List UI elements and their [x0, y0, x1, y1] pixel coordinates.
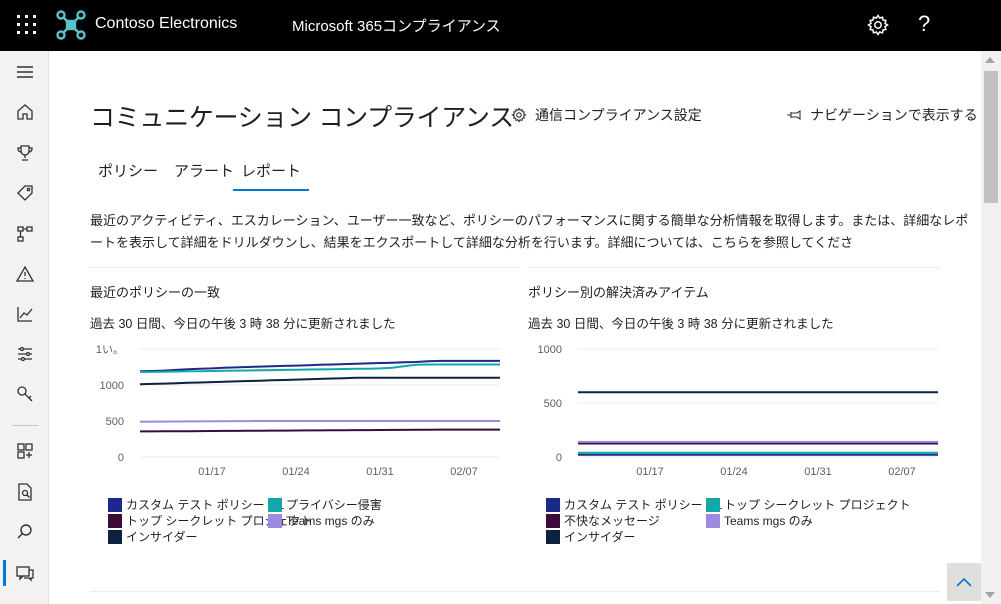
scrollbar-thumb[interactable] [984, 71, 998, 203]
legend-label: インサイダー [564, 530, 636, 544]
sliders-icon[interactable] [0, 337, 49, 371]
x-tick-label: 02/07 [450, 466, 478, 478]
y-tick-label: 500 [106, 416, 124, 428]
legend-swatch [546, 529, 560, 544]
legend-label: Teams mgs のみ [286, 514, 375, 528]
y-tick-label: 500 [544, 398, 562, 410]
resolved-items-chart: 1000 500 0 01/17 01/24 01/31 02/07 [538, 344, 938, 478]
legend-swatch [546, 497, 560, 512]
series-line[interactable] [139, 420, 500, 423]
y-tick-label: 0 [556, 452, 562, 464]
x-tick-label: 01/31 [804, 466, 832, 478]
chevron-up-icon [956, 577, 972, 587]
legend-label: 不快なメッセージ [564, 514, 660, 528]
series-line[interactable] [140, 428, 500, 433]
legend-item[interactable]: Teams mgs のみ [706, 512, 813, 529]
legend-item[interactable]: カスタム テスト ポリシー OL [108, 496, 284, 513]
scroll-up-arrow-icon[interactable] [985, 57, 995, 63]
trophy-icon[interactable] [0, 136, 49, 170]
legend-label: カスタム テスト ポリシー OL [126, 498, 285, 512]
section-divider [90, 591, 940, 592]
tag-icon[interactable] [0, 176, 49, 210]
grid-add-icon[interactable] [0, 434, 49, 468]
recent-matches-title: 最近のポリシーの一致 [90, 285, 221, 300]
document-search-icon[interactable] [0, 475, 49, 509]
legend-item[interactable]: 不快なメッセージ [546, 512, 660, 529]
tab-policies[interactable]: ポリシー [90, 158, 166, 189]
x-tick-label: 01/17 [636, 466, 664, 478]
x-tick-label: 01/17 [198, 466, 226, 478]
communication-compliance-icon[interactable] [0, 556, 49, 590]
legend-item[interactable]: インサイダー [546, 528, 636, 545]
recent-matches-chart: 1い。 1000 500 0 01/17 01/24 01/31 02/07 [96, 344, 500, 478]
org-name[interactable]: Contoso Electronics [95, 15, 237, 33]
legend-label: トップ シークレット プロジェクト [724, 498, 911, 512]
x-tick-label: 01/24 [720, 466, 748, 478]
main-content: コミュニケーション コンプライアンス 通信コンプライアンス設定 ナビゲーションで… [50, 51, 981, 604]
warning-icon[interactable] [0, 257, 49, 291]
legend-swatch [706, 513, 720, 528]
app-name[interactable]: Microsoft 365コンプライアンス [292, 15, 501, 36]
search-icon[interactable] [0, 515, 49, 549]
legend-item[interactable]: トップ シークレット プロジェクト [706, 496, 911, 513]
hamburger-menu-icon[interactable] [0, 55, 49, 89]
x-tick-label: 02/07 [888, 466, 916, 478]
legend-swatch [268, 513, 282, 528]
series-line[interactable] [139, 376, 500, 386]
legend-swatch [108, 529, 122, 544]
back-to-top-button[interactable] [947, 563, 981, 601]
rail-divider [12, 425, 38, 426]
legend-swatch [706, 497, 720, 512]
legend-item[interactable]: プライバシー侵害 [268, 496, 382, 513]
recent-matches-subtitle: 過去 30 日間、今日の午後 3 時 38 分に更新されました [90, 317, 396, 331]
legend-swatch [108, 513, 122, 528]
home-icon[interactable] [0, 95, 49, 129]
scroll-down-arrow-icon[interactable] [985, 592, 995, 598]
y-tick-label: 1000 [538, 344, 562, 356]
legend-label: インサイダー [126, 530, 198, 544]
pin-icon [787, 109, 801, 121]
legend-item[interactable]: インサイダー [108, 528, 198, 545]
tab-reports[interactable]: レポート [233, 158, 310, 191]
legend-label: Teams mgs のみ [724, 514, 813, 528]
card-divider-right [528, 267, 940, 268]
y-tick-label: 1い。 [96, 344, 124, 356]
page-title: コミュニケーション コンプライアンス [90, 104, 514, 132]
y-tick-label: 1000 [100, 380, 124, 392]
legend-item[interactable]: カスタム テスト ポリシー OL [546, 496, 722, 513]
flow-icon[interactable] [0, 217, 49, 251]
page-description: 最近のアクティビティ、エスカレーション、ユーザー一致など、ポリシーのパフォーマン… [90, 213, 969, 250]
legend-label: プライバシー侵害 [286, 498, 382, 512]
settings-gear-icon[interactable] [866, 13, 890, 37]
resolved-items-title: ポリシー別の解決済みアイテム [528, 285, 709, 300]
legend-label: カスタム テスト ポリシー OL [564, 498, 723, 512]
x-tick-label: 01/24 [282, 466, 310, 478]
left-navigation-rail [0, 51, 49, 604]
legend-swatch [546, 513, 560, 528]
resolved-items-subtitle: 過去 30 日間、今日の午後 3 時 38 分に更新されました [528, 317, 834, 331]
legend-swatch [268, 497, 282, 512]
recent-matches-legend: カスタム テスト ポリシー OL プライバシー侵害 トップ シークレット プロジ… [108, 496, 508, 546]
vertical-scrollbar[interactable] [981, 51, 1001, 604]
nav-link-label: ナビゲーションで表示する [810, 107, 978, 123]
resolved-items-legend: カスタム テスト ポリシー OL トップ シークレット プロジェクト 不快なメッ… [546, 496, 946, 546]
key-icon[interactable] [0, 377, 49, 411]
show-in-navigation-link[interactable]: ナビゲーションで表示する [786, 105, 978, 125]
line-chart-icon[interactable] [0, 297, 49, 331]
legend-swatch [108, 497, 122, 512]
legend-item[interactable]: Teams mgs のみ [268, 512, 375, 529]
top-bar: Contoso Electronics Microsoft 365コンプライアン… [0, 0, 1001, 51]
settings-link-label: 通信コンプライアンス設定 [535, 107, 702, 123]
help-icon[interactable]: ? [918, 11, 930, 37]
gear-icon [511, 107, 527, 123]
app-launcher-icon[interactable] [16, 14, 38, 36]
x-tick-label: 01/31 [366, 466, 394, 478]
tab-alerts[interactable]: アラート [166, 158, 242, 189]
card-divider-left [90, 267, 520, 268]
communication-compliance-settings-link[interactable]: 通信コンプライアンス設定 [511, 105, 702, 125]
y-tick-label: 0 [118, 452, 124, 464]
contoso-logo [56, 10, 86, 40]
